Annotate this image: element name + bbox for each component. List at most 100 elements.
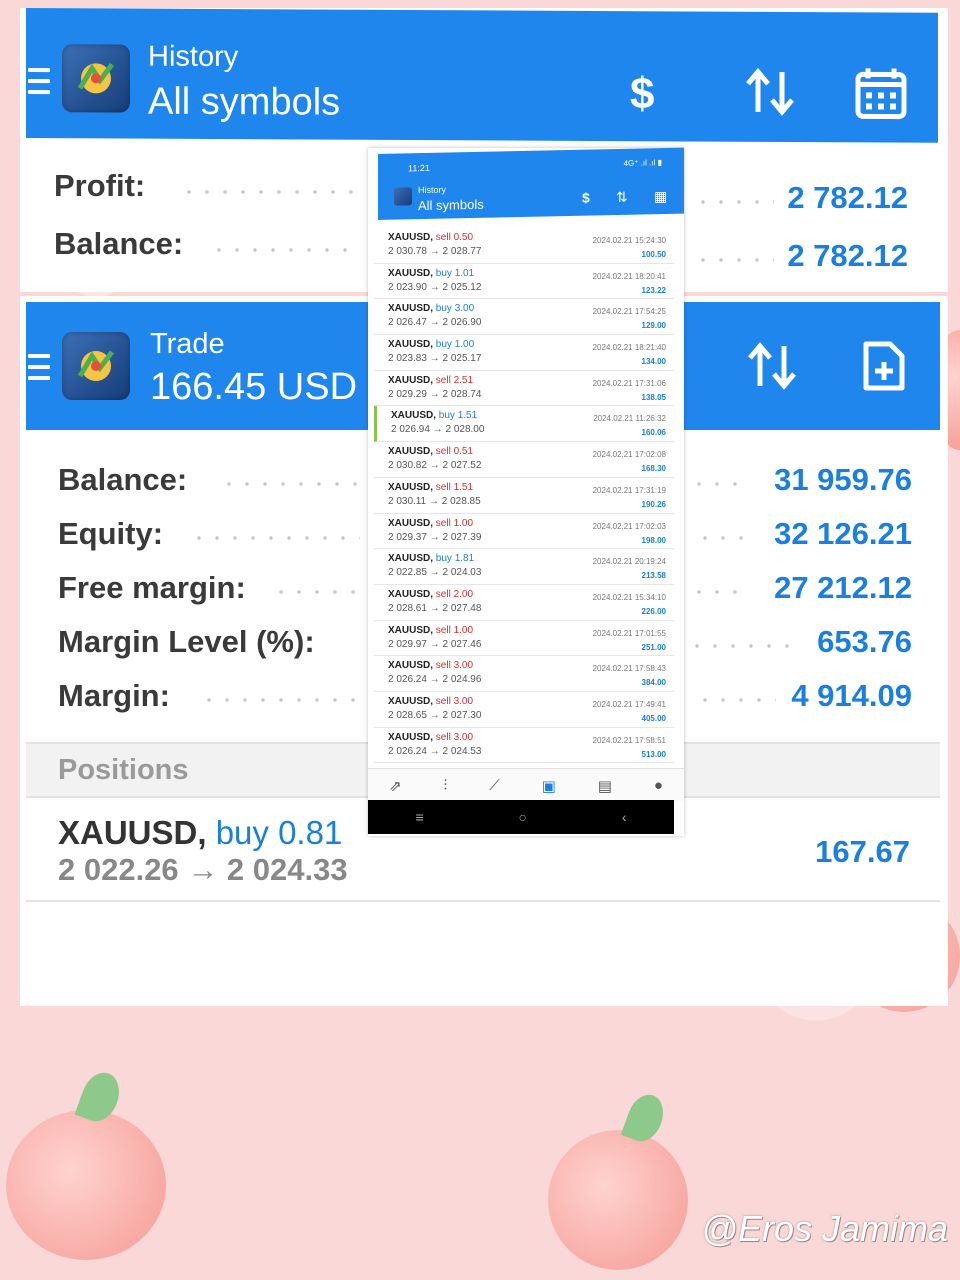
trade-symbol-text: XAUUSD, — [388, 303, 434, 315]
trade-symbol-text: XAUUSD, — [388, 517, 434, 529]
margin-label: Margin: — [58, 678, 170, 713]
trade-time: 2024.02.21 18:20:41 — [592, 271, 666, 281]
trade-direction: sell 0.51 — [435, 446, 474, 458]
menu-icon[interactable] — [28, 68, 50, 101]
home-icon[interactable]: ○ — [519, 809, 527, 825]
free-margin-value: 27 212.12 — [774, 570, 912, 605]
sort-icon[interactable] — [746, 340, 798, 397]
status-indicators: 4G⁺ .ıl .ıl ▮ — [623, 158, 662, 168]
trade-direction: sell 2.51 — [435, 374, 474, 386]
trade-direction: buy 1.81 — [435, 553, 475, 565]
dot-leader — [220, 482, 360, 486]
trade-prices: 2 029.97 → 2 027.46 — [388, 638, 482, 650]
trade-symbol-text: XAUUSD, — [388, 339, 434, 351]
history-subtitle[interactable]: All symbols — [148, 81, 340, 125]
trade-prices: 2 030.78 → 2 028.77 — [388, 246, 482, 257]
margin-level-label: Margin Level (%): — [58, 624, 315, 659]
trade-history-row[interactable]: XAUUSD, buy 1.00 2 023.83 → 2 025.17 2024.… — [374, 335, 674, 371]
trade-title: Trade — [150, 328, 225, 360]
trade-time: 2024.02.21 15:34:10 — [592, 592, 666, 602]
trade-symbol: XAUUSD, buy 1.00 — [388, 339, 474, 350]
phone-history-subtitle[interactable]: All symbols — [418, 197, 484, 213]
position-direction: buy 0.81 — [215, 814, 343, 851]
trade-direction: sell 3.00 — [435, 660, 474, 672]
trade-time: 2024.02.21 18:21:40 — [592, 343, 666, 353]
quotes-icon[interactable]: ⇗ — [389, 777, 402, 795]
trade-history-row[interactable]: XAUUSD, sell 2.51 2 029.29 → 2 028.74 2024… — [374, 371, 674, 407]
dot-leader — [180, 190, 360, 194]
trade-prices: 2 029.29 → 2 028.74 — [388, 388, 482, 400]
trade-time: 2024.02.21 17:58:51 — [592, 735, 666, 745]
equity-value: 32 126.21 — [774, 516, 912, 551]
metatrader-logo — [62, 44, 130, 113]
trade-prices: 2 026.94 → 2 028.00 — [391, 424, 485, 436]
recent-apps-icon[interactable]: ≡ — [415, 809, 423, 825]
trade-prices: 2 026.24 → 2 024.53 — [388, 745, 482, 757]
messages-icon[interactable]: ● — [654, 777, 663, 794]
status-time: 11:21 — [408, 162, 430, 174]
bottom-navigation: ⇗ ⫶ ⟋ ▣ ▤ ● — [368, 768, 684, 802]
trade-symbol: XAUUSD, sell 1.00 — [388, 625, 473, 636]
trade-profit: 160.06 — [641, 428, 666, 438]
trade-history-row[interactable]: XAUUSD, sell 0.50 2 030.78 → 2 028.77 2024… — [374, 228, 674, 264]
new-order-icon[interactable] — [862, 340, 906, 397]
dot-leader — [190, 536, 360, 540]
trade-history-row[interactable]: XAUUSD, sell 2.00 2 028.61 → 2 027.48 2024… — [374, 585, 674, 621]
trade-symbol: XAUUSD, sell 2.51 — [388, 375, 473, 386]
trade-profit: 100.50 — [641, 250, 666, 259]
chart-icon[interactable]: ⫶ — [443, 777, 447, 794]
history-toolbar: History All symbols $ — [26, 8, 938, 143]
trade-history-row[interactable]: XAUUSD, buy 1.51 2 026.94 → 2 028.00 2024.… — [374, 406, 674, 443]
trade-history-row[interactable]: XAUUSD, sell 3.00 2 028.65 → 2 027.30 2024… — [374, 692, 674, 728]
trade-time: 2024.02.21 17:31:19 — [592, 485, 666, 495]
trade-profit: 226.00 — [641, 606, 666, 616]
metatrader-logo — [62, 332, 130, 400]
trade-profit: 213.58 — [641, 571, 666, 581]
trade-profit: 190.26 — [641, 499, 666, 509]
trade-direction: sell 1.00 — [435, 624, 474, 636]
dot-leader — [696, 536, 750, 540]
back-icon[interactable]: ‹ — [622, 809, 627, 825]
trade-symbol-text: XAUUSD, — [388, 267, 434, 279]
news-icon[interactable]: ▤ — [598, 777, 612, 795]
trade-symbol: XAUUSD, sell 1.00 — [388, 518, 473, 529]
phone-history-title: History — [418, 184, 447, 196]
trade-prices: 2 029.37 → 2 027.39 — [388, 531, 482, 543]
balance-label: Balance: — [54, 226, 184, 261]
trade-direction: sell 1.51 — [435, 481, 474, 493]
menu-icon[interactable] — [28, 354, 50, 387]
trade-history-row[interactable]: XAUUSD, buy 1.81 2 022.85 → 2 024.03 2024.… — [374, 549, 674, 585]
trade-history-row[interactable]: XAUUSD, sell 1.00 2 029.37 → 2 027.39 2024… — [374, 514, 674, 550]
trade-history-row[interactable]: XAUUSD, sell 0.51 2 030.82 → 2 027.52 2024… — [374, 442, 674, 478]
sort-icon[interactable] — [744, 66, 796, 123]
trade-prices: 2 026.24 → 2 024.96 — [388, 674, 482, 686]
trade-history-row[interactable]: XAUUSD, buy 3.00 2 026.47 → 2 026.90 2024.… — [374, 299, 674, 336]
trade-history-row[interactable]: XAUUSD, sell 3.00 2 026.24 → 2 024.96 2024… — [374, 656, 674, 692]
trade-profit: 168.30 — [641, 464, 666, 474]
dot-leader — [200, 698, 360, 702]
sort-icon[interactable]: ⇅ — [616, 189, 628, 206]
trade-history-row[interactable]: XAUUSD, sell 1.51 2 030.11 → 2 028.85 2024… — [374, 478, 674, 514]
trade-history-row[interactable]: XAUUSD, sell 1.00 2 029.97 → 2 027.46 2024… — [374, 621, 674, 657]
calendar-icon[interactable]: ▦ — [654, 188, 667, 205]
trade-profit: 138.05 — [641, 392, 666, 402]
trade-symbol: XAUUSD, sell 0.50 — [388, 232, 473, 243]
deposit-filter-icon[interactable]: $ — [582, 190, 590, 206]
trade-history-row[interactable]: XAUUSD, sell 3.00 2 026.24 → 2 024.53 2024… — [374, 728, 674, 764]
dot-leader — [694, 258, 774, 262]
trade-symbol-text: XAUUSD, — [391, 410, 437, 422]
trade-prices: 2 023.90 → 2 025.12 — [388, 281, 482, 293]
history-icon[interactable]: ▣ — [542, 777, 556, 795]
dot-leader — [690, 590, 750, 594]
trade-symbol-text: XAUUSD, — [388, 374, 434, 386]
trade-direction: buy 1.51 — [438, 410, 478, 422]
deposit-filter-icon[interactable]: $ — [630, 69, 654, 119]
trade-icon[interactable]: ⟋ — [489, 777, 500, 794]
trade-history-row[interactable]: XAUUSD, buy 1.01 2 023.90 → 2 025.12 2024.… — [374, 264, 674, 300]
trade-symbol: XAUUSD, buy 3.00 — [388, 303, 474, 314]
trade-prices: 2 028.65 → 2 027.30 — [388, 709, 482, 721]
trade-symbol: XAUUSD, buy 1.51 — [391, 410, 477, 421]
positions-label: Positions — [58, 754, 189, 786]
calendar-icon[interactable] — [854, 66, 908, 125]
trade-time: 2024.02.21 17:01:55 — [592, 628, 666, 638]
